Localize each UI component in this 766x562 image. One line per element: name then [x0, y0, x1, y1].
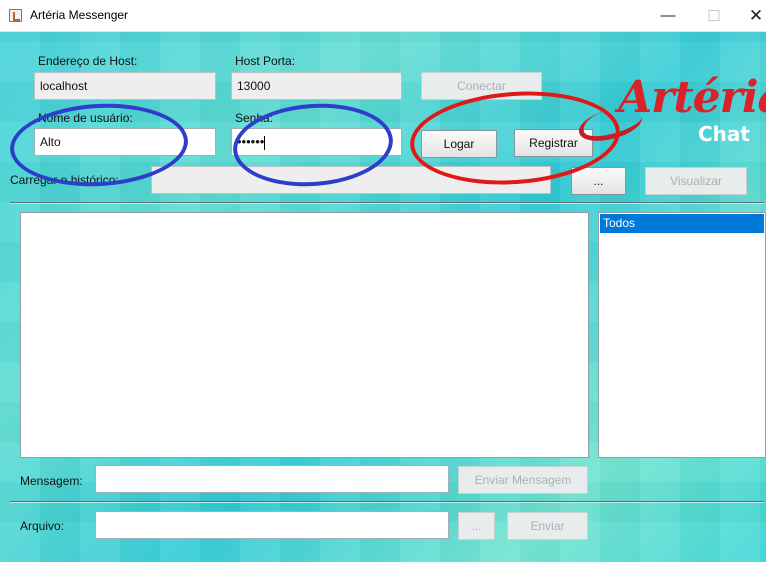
window-title: Artéria Messenger: [30, 8, 129, 22]
port-field[interactable]: 13000: [231, 72, 402, 100]
title-bar[interactable]: Artéria Messenger — ☐ ✕: [0, 0, 766, 32]
file-label: Arquivo:: [20, 519, 65, 533]
users-list[interactable]: Todos: [598, 212, 766, 458]
main-panel: Endereço de Host: localhost Host Porta: …: [0, 32, 766, 562]
users-list-item[interactable]: Todos: [600, 214, 764, 233]
close-button[interactable]: ✕: [734, 0, 766, 31]
separator-bottom: [10, 501, 764, 503]
app-window: Artéria Messenger — ☐ ✕ Endereço de Host…: [0, 0, 766, 562]
chat-history-area[interactable]: [20, 212, 589, 458]
logo-subtitle: Chat: [698, 122, 750, 146]
send-file-button[interactable]: Enviar: [507, 512, 588, 540]
file-browse-button[interactable]: ...: [458, 512, 495, 540]
send-message-button[interactable]: Enviar Mensagem: [458, 466, 588, 494]
port-label: Host Porta:: [235, 54, 296, 68]
view-history-button[interactable]: Visualizar: [645, 167, 747, 195]
history-browse-button[interactable]: ...: [571, 167, 626, 195]
logo-brand: Artéria: [618, 72, 766, 123]
host-label: Endereço de Host:: [38, 54, 138, 68]
java-cup-icon: [9, 9, 22, 22]
file-field[interactable]: [95, 511, 449, 539]
minimize-button[interactable]: —: [646, 0, 690, 31]
maximize-button[interactable]: ☐: [692, 0, 736, 31]
message-input[interactable]: [95, 465, 449, 493]
message-label: Mensagem:: [20, 474, 83, 488]
separator-top: [10, 202, 764, 204]
host-field[interactable]: localhost: [34, 72, 216, 100]
